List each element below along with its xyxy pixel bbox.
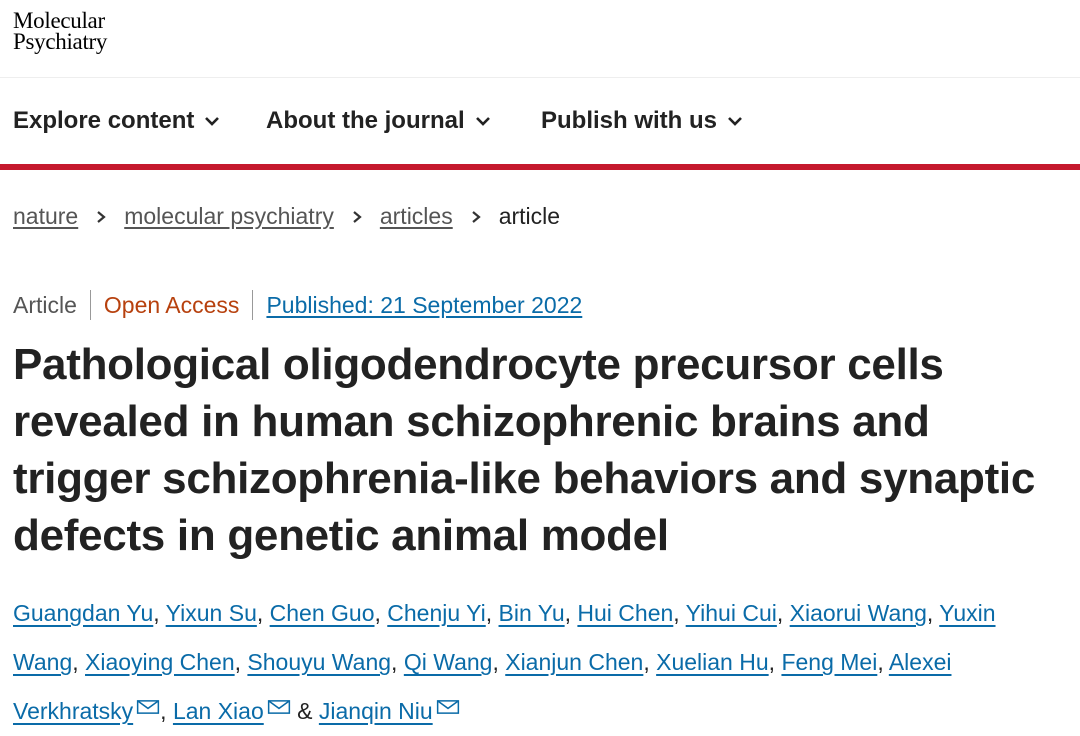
chevron-down-icon <box>728 117 742 126</box>
author-separator: , <box>564 600 572 626</box>
author-link[interactable]: Xuelian Hu <box>656 649 769 675</box>
author-separator: , <box>485 600 493 626</box>
chevron-down-icon <box>475 117 490 126</box>
breadcrumb-link-articles[interactable]: articles <box>380 203 453 230</box>
published-date-link[interactable]: Published: 21 September 2022 <box>266 292 582 319</box>
chevron-down-icon <box>205 117 220 126</box>
breadcrumb-link-nature[interactable]: nature <box>13 203 78 230</box>
author-separator: , <box>256 600 264 626</box>
author-separator: , <box>153 600 160 626</box>
author-link[interactable]: Jianqin Niu <box>319 698 433 724</box>
author-separator: , <box>673 600 680 626</box>
author-separator: , <box>72 649 79 675</box>
logo-line-1: Molecular <box>13 8 105 33</box>
author-link[interactable]: Feng Mei <box>781 649 877 675</box>
author-link[interactable]: Chenju Yi <box>387 600 485 626</box>
author-separator: , <box>391 649 398 675</box>
author-link[interactable]: Yixun Su <box>166 600 257 626</box>
nav-label: Publish with us <box>541 107 718 134</box>
nav-label: About the journal <box>266 107 465 134</box>
author-list: Guangdan Yu, Yixun Su, Chen Guo, Chenju … <box>13 589 1063 736</box>
author-link[interactable]: Shouyu Wang <box>247 649 391 675</box>
author-link[interactable]: Xianjun Chen <box>505 649 643 675</box>
author-separator: , <box>768 649 776 675</box>
open-access-label: Open Access <box>103 291 240 318</box>
nav-explore-content[interactable]: Explore content <box>13 107 220 135</box>
chevron-right-icon <box>353 210 362 223</box>
chevron-right-icon <box>472 210 481 223</box>
article-title: Pathological oligodendrocyte precursor c… <box>13 340 1036 560</box>
author-separator: , <box>877 649 884 675</box>
breadcrumb-current: article <box>498 203 561 229</box>
journal-logo[interactable]: Molecular Psychiatry <box>13 8 108 54</box>
author-separator: , <box>492 649 499 675</box>
chevron-right-icon <box>97 210 106 223</box>
author-separator: , <box>374 600 381 626</box>
main-nav: Explore content About the journal Publis… <box>0 78 1080 170</box>
author-link[interactable]: Xiaorui Wang <box>790 600 927 626</box>
author-separator: , <box>926 600 934 626</box>
author-link[interactable]: Qi Wang <box>404 649 493 675</box>
author-link[interactable]: Hui Chen <box>577 600 673 626</box>
nav-publish-with-us[interactable]: Publish with us <box>541 107 743 135</box>
mail-icon[interactable] <box>436 699 460 715</box>
breadcrumb-link-molecular-psychiatry[interactable]: molecular psychiatry <box>124 203 334 230</box>
nav-about-journal[interactable]: About the journal <box>266 107 491 135</box>
article-type: Article <box>13 291 77 318</box>
author-link[interactable]: Lan Xiao <box>173 698 264 724</box>
meta-divider <box>89 290 91 320</box>
author-separator: , <box>234 649 242 675</box>
author-separator: , <box>160 698 167 724</box>
nav-label: Explore content <box>13 107 195 134</box>
mail-icon[interactable] <box>267 699 291 715</box>
logo-line-2: Psychiatry <box>13 29 108 54</box>
author-link[interactable]: Chen Guo <box>270 600 375 626</box>
author-link[interactable]: Yihui Cui <box>686 600 777 626</box>
author-link[interactable]: Xiaoying Chen <box>85 649 235 675</box>
author-link[interactable]: Guangdan Yu <box>13 600 153 626</box>
breadcrumb: nature molecular psychiatry articles art… <box>13 203 560 230</box>
meta-divider <box>252 290 254 320</box>
author-separator: , <box>776 600 784 626</box>
mail-icon[interactable] <box>136 699 160 715</box>
author-ampersand: & <box>297 698 313 724</box>
author-separator: , <box>643 649 650 675</box>
site-header: Molecular Psychiatry <box>0 0 1080 78</box>
author-link[interactable]: Bin Yu <box>499 600 565 626</box>
article-meta: Article Open Access Published: 21 Septem… <box>13 290 582 320</box>
